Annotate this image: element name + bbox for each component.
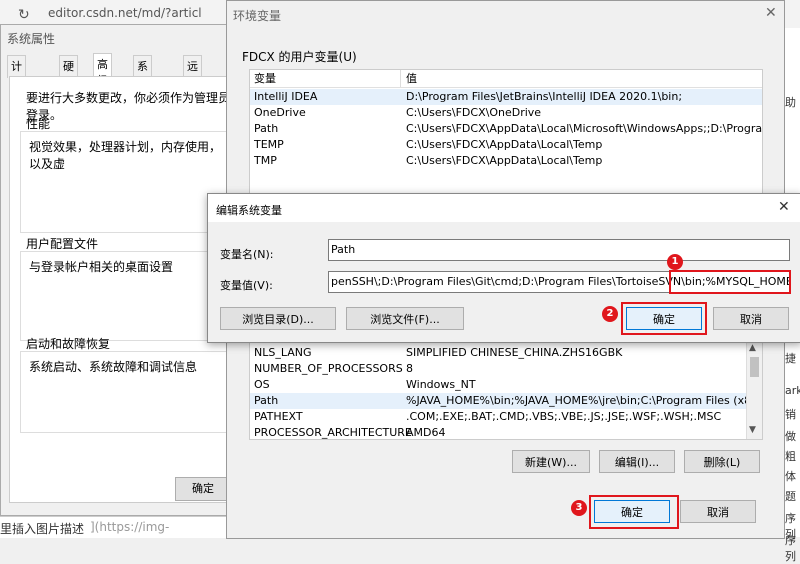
var-name: OS [254,378,270,391]
strip-text: 题 [785,490,796,503]
var-value: AMD64 [406,426,446,439]
scrollbar-thumb[interactable] [750,357,759,377]
list-item[interactable]: TMP C:\Users\FDCX\AppData\Local\Temp [250,153,762,169]
tab-computer-name[interactable]: 计算机名 [7,55,26,121]
startup-recovery-title: 启动和故障恢复 [26,337,111,351]
editor-link-text: ](https://img- [90,520,170,534]
var-value: SIMPLIFIED CHINESE_CHINA.ZHS16GBK [406,346,623,359]
variable-name-label: 变量名(N): [220,248,274,261]
list-item[interactable]: NLS_LANG SIMPLIFIED CHINESE_CHINA.ZHS16G… [250,345,746,361]
list-header: 变量 值 [250,70,762,88]
browse-directory-button[interactable]: 浏览目录(D)... [220,307,336,330]
var-name: Path [254,122,279,135]
list-item[interactable]: Path %JAVA_HOME%\bin;%JAVA_HOME%\jre\bin… [250,393,762,409]
list-item[interactable]: IntelliJ IDEA D:\Program Files\JetBrains… [250,89,762,105]
tab-remote[interactable]: 远程 [183,55,202,89]
list-item[interactable]: PROCESSOR_ARCHITECTURE AMD64 [250,425,746,439]
performance-group: 视觉效果，处理器计划，内存使用，以及虚 [20,131,232,233]
column-header-value[interactable]: 值 [406,70,417,87]
variable-name-field[interactable]: Path [328,239,790,261]
tab-hardware[interactable]: 硬件 [59,55,78,89]
var-name: TMP [254,154,277,167]
list-item[interactable]: Path C:\Users\FDCX\AppData\Local\Microso… [250,121,762,137]
var-name: NLS_LANG [254,346,312,359]
user-profiles-group: 与登录帐户相关的桌面设置 [20,251,232,341]
user-profiles-desc: 与登录帐户相关的桌面设置 [29,260,174,274]
env-cancel-button[interactable]: 取消 [680,500,756,523]
editor-text: 里插入图片描述 [0,522,85,536]
tab-advanced[interactable]: 高级 [93,53,112,87]
strip-text: ark [785,384,800,397]
var-name: PATHEXT [254,410,303,423]
step-badge: 1 [667,254,683,270]
step-badge: 2 [602,306,618,322]
close-icon[interactable]: ✕ [765,5,777,21]
list-item[interactable]: TEMP C:\Users\FDCX\AppData\Local\Temp [250,137,762,153]
highlight-box [621,302,707,335]
new-button[interactable]: 新建(W)... [512,450,590,473]
browse-file-button[interactable]: 浏览文件(F)... [346,307,464,330]
startup-recovery-desc: 系统启动、系统故障和调试信息 [29,360,198,374]
var-value: D:\Program Files\JetBrains\IntelliJ IDEA… [406,90,683,103]
column-separator[interactable] [400,70,401,87]
highlight-box [669,270,791,294]
system-vars-scrollbar[interactable]: ▲ ▼ [746,343,762,439]
var-name: Path [254,394,279,407]
var-name: PROCESSOR_ARCHITECTURE [254,426,412,439]
var-name: TEMP [254,138,284,151]
variable-value-label: 变量值(V): [220,279,273,292]
var-value: C:\Users\FDCX\OneDrive [406,106,542,119]
dialog-titlebar: 编辑系统变量 ✕ [208,194,800,222]
var-value: .COM;.EXE;.BAT;.CMD;.VBS;.VBE;.JS;.JSE;.… [406,410,722,423]
strip-text: 做 [785,430,796,443]
strip-text: 助 [785,96,796,109]
strip-text: 捷 [785,352,796,365]
close-icon[interactable]: ✕ [778,199,790,215]
var-value: 8 [406,362,413,375]
dialog-title: 编辑系统变量 [216,204,282,217]
reload-icon[interactable]: ↻ [18,7,30,23]
list-item[interactable]: NUMBER_OF_PROCESSORS 8 [250,361,746,377]
admin-note: 要进行大多数更改，你必须作为管理员登录。 [26,91,231,122]
step-badge: 3 [571,500,587,516]
var-name: NUMBER_OF_PROCESSORS [254,362,403,375]
var-value: C:\Users\FDCX\AppData\Local\Microsoft\Wi… [406,122,763,135]
scroll-up-icon[interactable]: ▲ [749,343,756,353]
edit-button[interactable]: 编辑(I)... [599,450,675,473]
delete-button[interactable]: 删除(L) [684,450,760,473]
scroll-down-icon[interactable]: ▼ [749,425,756,435]
var-name: IntelliJ IDEA [254,90,318,103]
system-properties-window: 系统属性 计算机名 硬件 高级 系统保护 远程 要进行大多数更改，你必须作为管理… [0,24,232,516]
performance-title: 性能 [26,117,51,131]
sysprops-ok-button[interactable]: 确定 [175,477,231,501]
user-vars-label: FDCX 的用户变量(U) [242,50,357,64]
window-title: 系统属性 [7,32,56,46]
tab-system-protection[interactable]: 系统保护 [133,55,152,121]
strip-text: 体 [785,470,796,483]
var-value: C:\Users\FDCX\AppData\Local\Temp [406,138,603,151]
advanced-panel: 要进行大多数更改，你必须作为管理员登录。 性能 视觉效果，处理器计划，内存使用，… [9,76,232,503]
browser-url[interactable]: editor.csdn.net/md/?articl [48,6,202,20]
user-vars-list[interactable]: 变量 值 IntelliJ IDEA D:\Program Files\JetB… [249,69,763,197]
highlight-box [589,495,679,529]
system-vars-list[interactable]: NLS_LANG SIMPLIFIED CHINESE_CHINA.ZHS16G… [249,342,763,440]
var-name: OneDrive [254,106,306,119]
performance-desc: 视觉效果，处理器计划，内存使用，以及虚 [29,140,222,171]
window-title: 环境变量 [233,9,282,23]
var-value: C:\Users\FDCX\AppData\Local\Temp [406,154,603,167]
dialog-cancel-button[interactable]: 取消 [713,307,789,330]
list-item[interactable]: PATHEXT .COM;.EXE;.BAT;.CMD;.VBS;.VBE;.J… [250,409,746,425]
user-profiles-title: 用户配置文件 [26,237,99,251]
strip-text: 粗 [785,450,796,463]
list-item[interactable]: OneDrive C:\Users\FDCX\OneDrive [250,105,762,121]
list-item[interactable]: OS Windows_NT [250,377,746,393]
var-value: Windows_NT [406,378,476,391]
column-header-variable[interactable]: 变量 [254,70,276,87]
strip-text: 销 [785,408,796,421]
startup-recovery-group: 系统启动、系统故障和调试信息 [20,351,232,433]
edit-system-variable-dialog: 编辑系统变量 ✕ 变量名(N): Path 变量值(V): penSSH\;D:… [207,193,800,343]
var-value: %JAVA_HOME%\bin;%JAVA_HOME%\jre\bin;C:\P… [406,394,762,407]
editor-text-strip: 里插入图片描述 ](https://img- [0,516,228,538]
